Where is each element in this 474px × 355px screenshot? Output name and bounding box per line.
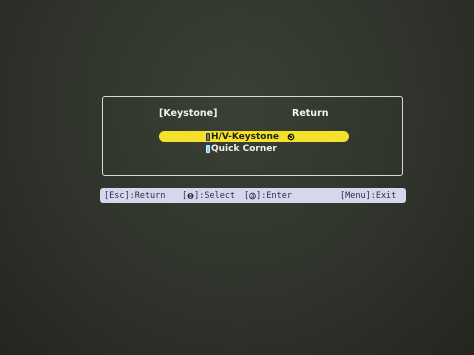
option-label: Quick Corner xyxy=(211,143,277,154)
enter-icon xyxy=(249,192,256,199)
help-esc-text: [Esc]:Return xyxy=(104,190,166,201)
up-down-arrow-icon xyxy=(187,192,194,199)
option-hv-keystone[interactable]: H/V-Keystone xyxy=(159,131,349,142)
keystone-menu-panel: [Keystone] Return H/V-Keystone Quick Cor… xyxy=(102,96,403,176)
help-select-close: ]:Select xyxy=(194,190,236,201)
help-menu-exit: [Menu]:Exit xyxy=(340,190,396,201)
menu-title: [Keystone] xyxy=(159,108,218,119)
option-label: H/V-Keystone xyxy=(211,131,280,142)
help-select: [ ]:Select xyxy=(182,190,235,201)
help-bar: [Esc]:Return [ ]:Select [ ]:Enter [Menu]… xyxy=(100,188,406,203)
help-enter: [ ]:Enter xyxy=(244,190,292,201)
enter-icon xyxy=(287,133,295,140)
radio-unselected-icon xyxy=(206,144,210,153)
help-enter-close: ]:Enter xyxy=(256,190,292,201)
return-button[interactable]: Return xyxy=(292,108,329,119)
help-esc-return: [Esc]:Return xyxy=(104,190,165,201)
help-menu-exit-text: [Menu]:Exit xyxy=(340,190,397,201)
option-quick-corner[interactable]: Quick Corner xyxy=(159,143,349,154)
radio-selected-icon xyxy=(206,132,210,141)
